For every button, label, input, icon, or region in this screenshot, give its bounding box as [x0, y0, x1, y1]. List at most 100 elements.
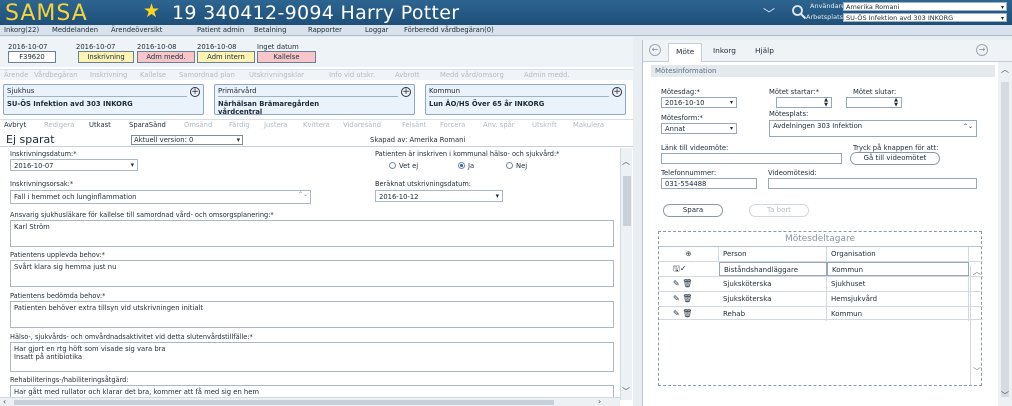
resize-icon[interactable]: ⌃⌄	[963, 123, 973, 131]
table-row[interactable]: 🖫✓ Biståndshandläggare Kommun	[659, 261, 983, 276]
menu-item-loggar[interactable]: Loggar	[365, 26, 388, 34]
back-arrow-icon[interactable]: ←	[649, 44, 661, 56]
action-forcera[interactable]: Forcera	[440, 121, 465, 129]
delete-button[interactable]: Ta bort	[749, 204, 809, 217]
inskrivningsorsak-field[interactable]: Fall i hemmet och lunginflammation ⌃⌄	[10, 190, 311, 204]
videomotesid-field[interactable]	[768, 178, 977, 189]
go-to-video-button[interactable]: Gå till videomötet	[850, 152, 940, 165]
step-kallelse[interactable]: Kallelse	[257, 51, 316, 63]
action-makulera[interactable]: Makulera	[573, 121, 604, 129]
edit-delete-icon[interactable]: ✎ 🗑	[673, 292, 692, 306]
resize-icon[interactable]: ⌃⌄	[298, 191, 308, 199]
version-select[interactable]: Aktuell version: 0 ▾	[131, 135, 243, 145]
add-participant-icon[interactable]: ⊕	[659, 247, 719, 261]
action-utkast[interactable]: Utkast	[89, 121, 111, 129]
save-button[interactable]: Spara	[663, 204, 723, 217]
spinner-icon[interactable]: ▲ ▼	[894, 98, 898, 108]
add-icon[interactable]: +	[612, 87, 622, 97]
tab-mote[interactable]: Möte	[668, 43, 703, 62]
action-medd-vard-omsorg[interactable]: Medd vård/omsorg	[440, 71, 504, 79]
scroll-thumb[interactable]	[623, 176, 631, 226]
panel-scrollbar[interactable]: ︿ ﹀	[998, 62, 1012, 406]
row-org[interactable]: Kommun	[827, 262, 969, 276]
end-time-field[interactable]: ▲ ▼	[846, 97, 902, 108]
menu-item-meddelanden[interactable]: Meddelanden	[52, 26, 98, 34]
action-anv-spar[interactable]: Anv. spår	[483, 121, 515, 129]
forward-arrow-icon[interactable]: →	[976, 44, 988, 56]
motesplats-field[interactable]: Avdelningen 303 Infektion ⌃⌄	[769, 120, 977, 137]
table-row[interactable]: ✎ 🗑 Sjuksköterska Hemsjukvård	[659, 291, 983, 306]
action-admin-medd[interactable]: Admin medd.	[524, 71, 569, 79]
scroll-up-icon[interactable]: ︿	[622, 156, 630, 167]
action-fardig[interactable]: Färdig	[229, 121, 250, 129]
scroll-down-icon[interactable]: ﹀	[973, 366, 981, 377]
action-felsant[interactable]: Felsänt	[402, 121, 426, 129]
action-avbryt[interactable]: Avbryt	[4, 121, 26, 129]
inskrivningsdatum-field[interactable]: 2016-10-07 ▾	[10, 159, 138, 171]
action-utskrift[interactable]: Utskrift	[532, 121, 557, 129]
menu-item-inkorg[interactable]: Inkorg(22)	[4, 26, 39, 34]
action-arende[interactable]: Ärende	[4, 71, 28, 79]
rehab-field[interactable]: Har gått med rullator och klarar det bra…	[10, 385, 614, 397]
workplace-select[interactable]: SU-ÖS Infektion avd 303 INKORG ▾	[843, 13, 1007, 22]
scroll-right-icon[interactable]: ›	[598, 397, 601, 406]
scroll-thumb[interactable]	[1001, 82, 1009, 397]
action-justera[interactable]: Justera	[264, 121, 288, 129]
save-check-icon[interactable]: 🖫✓	[673, 262, 687, 276]
case-id[interactable]: F39620	[8, 51, 56, 63]
radio-nej[interactable]: Nej	[506, 162, 527, 170]
scroll-up-icon[interactable]: ︿	[1001, 64, 1009, 75]
action-info-vid-utskr[interactable]: Info vid utskr.	[329, 71, 375, 79]
action-inskrivning[interactable]: Inskrivning	[90, 71, 127, 79]
edit-delete-icon[interactable]: ✎ 🗑	[673, 307, 692, 321]
scroll-up-icon[interactable]: ︿	[973, 266, 981, 277]
ansvarig-field[interactable]: Karl Ström	[10, 220, 614, 247]
action-sparasand[interactable]: SparaSänd	[129, 121, 166, 129]
lank-field[interactable]	[661, 153, 842, 164]
step-adm-medd[interactable]: Adm medd.	[137, 51, 195, 63]
step-adm-intern[interactable]: Adm intern	[197, 51, 255, 63]
menu-item-betalning[interactable]: Betalning	[254, 26, 286, 34]
motesdag-field[interactable]: 2016-10-10 ▾	[661, 97, 737, 108]
start-time-field[interactable]: ▲ ▼	[776, 97, 832, 108]
user-select[interactable]: Amerika Romani ▾	[843, 2, 1007, 11]
action-vardbegaran[interactable]: Vårdbegäran	[34, 71, 78, 79]
tab-inkorg[interactable]: Inkorg	[713, 46, 736, 55]
upplevda-field[interactable]: Svårt klara sig hemma just nu	[10, 260, 614, 287]
spinner-icon[interactable]: ▲ ▼	[824, 98, 828, 108]
action-kallelse[interactable]: Kallelse	[140, 71, 166, 79]
action-utskrivningsklar[interactable]: Utskrivningsklar	[249, 71, 304, 79]
menu-item-rapporter[interactable]: Rapporter	[308, 26, 342, 34]
beraknat-field[interactable]: 2016-10-12 ▾	[375, 190, 503, 202]
action-samordnad-plan[interactable]: Samordnad plan	[179, 71, 235, 79]
form-vertical-scrollbar[interactable]: ︿ ﹀	[620, 148, 632, 400]
telefon-field[interactable]: 031-554488	[661, 178, 757, 189]
action-vidaresand[interactable]: Vidaresänd	[343, 121, 381, 129]
menu-item-arendeoversikt[interactable]: Ärendeöversikt	[111, 26, 162, 34]
form-horizontal-scrollbar[interactable]: ‹ ›	[0, 397, 620, 406]
chevron-down-icon[interactable]: ﹀	[763, 5, 775, 22]
add-icon[interactable]: +	[190, 87, 200, 97]
add-icon[interactable]: +	[401, 87, 411, 97]
table-row[interactable]: ✎ 🗑 Sjuksköterska Sjukhuset	[659, 276, 983, 291]
step-inskrivning[interactable]: Inskrivning	[78, 51, 134, 63]
menu-item-forberedd-vardbegaran[interactable]: Förberedd vårdbegäran(0)	[404, 26, 494, 34]
favorite-star-icon[interactable]: ★	[143, 0, 160, 22]
halso-field[interactable]: Har gjort en rtg höft som visade sig var…	[10, 342, 614, 372]
radio-ja[interactable]: Ja	[458, 162, 474, 170]
edit-delete-icon[interactable]: ✎ 🗑	[673, 277, 692, 291]
action-avbrott[interactable]: Avbrott	[395, 71, 420, 79]
action-kvittera[interactable]: Kvittera	[303, 121, 330, 129]
scroll-down-icon[interactable]: ﹀	[622, 386, 630, 397]
row-person[interactable]: Biståndshandläggare	[719, 262, 827, 276]
table-row[interactable]: ✎ 🗑 Rehab Kommun	[659, 306, 983, 321]
scroll-left-icon[interactable]: ‹	[3, 397, 6, 406]
motesform-select[interactable]: Annat ▾	[661, 123, 737, 134]
menu-item-patient-admin[interactable]: Patient admin	[197, 26, 244, 34]
scroll-thumb[interactable]	[14, 400, 554, 405]
search-icon[interactable]	[791, 4, 807, 20]
tab-hjalp[interactable]: Hjälp	[755, 46, 774, 55]
action-omsand[interactable]: Omsänd	[184, 121, 212, 129]
action-redigera[interactable]: Redigera	[44, 121, 74, 129]
grid-scrollbar[interactable]: ︿ ﹀	[970, 266, 982, 385]
